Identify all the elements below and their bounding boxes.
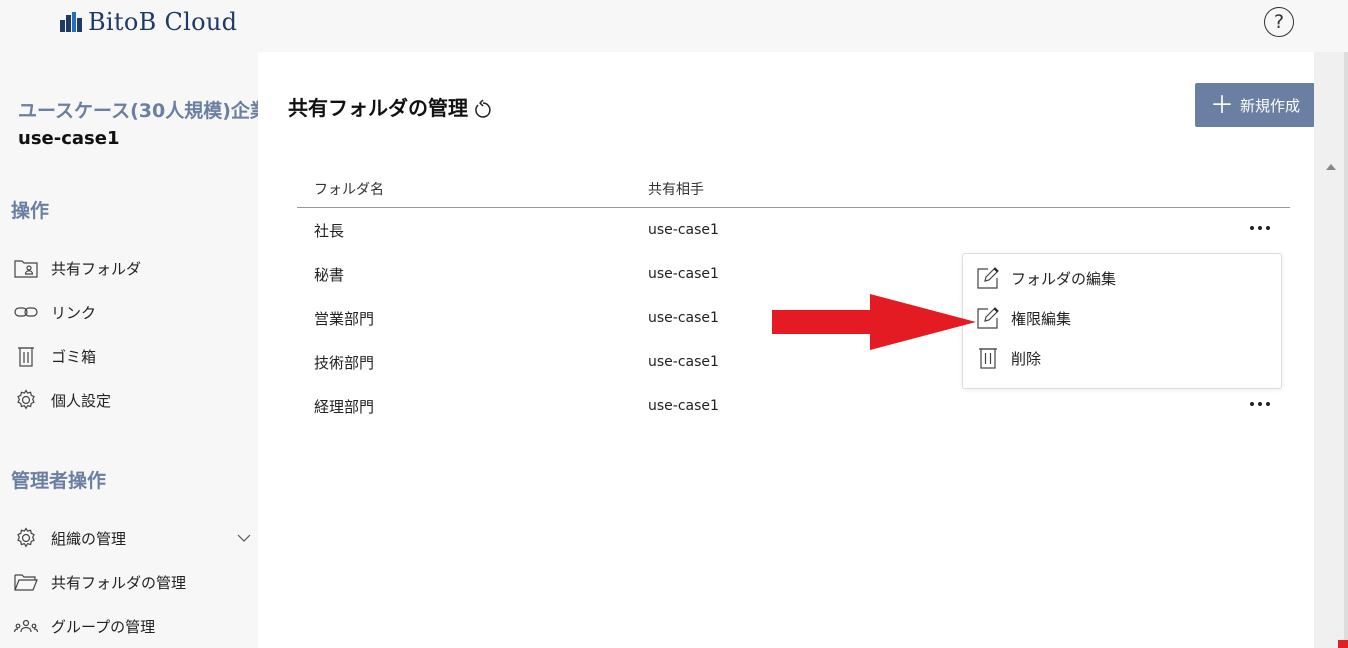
app-logo[interactable]: BitoB Cloud	[60, 8, 237, 36]
folder-open-icon	[12, 571, 40, 593]
folder-name-cell: 経理部門	[314, 397, 375, 416]
sidebar-item-org-management[interactable]: 組織の管理	[12, 522, 256, 554]
group-icon	[12, 615, 40, 637]
annotation-arrow-icon	[772, 294, 976, 350]
row-context-menu: フォルダの編集 権限編集 削除	[962, 253, 1282, 389]
link-icon	[12, 301, 40, 323]
folder-name-cell: 技術部門	[314, 353, 375, 372]
menu-item-label: 削除	[1011, 349, 1042, 368]
sidebar-item-shared-folder-management[interactable]: 共有フォルダの管理	[12, 566, 256, 598]
shared-with-cell: use-case1	[648, 222, 719, 238]
scroll-track[interactable]	[1344, 52, 1348, 648]
folder-name-cell: 秘書	[314, 265, 345, 284]
shared-folder-icon	[12, 257, 40, 279]
refresh-icon[interactable]	[473, 98, 493, 119]
shared-with-cell: use-case1	[648, 398, 719, 414]
more-dot	[1266, 402, 1270, 406]
folder-name-cell: 営業部門	[314, 309, 375, 328]
sidebar-item-label: 共有フォルダ	[51, 259, 142, 278]
sidebar-item-personal-settings[interactable]: 個人設定	[12, 384, 256, 416]
table-header: フォルダ名 共有相手	[297, 170, 1290, 208]
help-button[interactable]: ?	[1264, 7, 1294, 37]
trash-icon	[975, 345, 1001, 371]
sidebar-item-label: 組織の管理	[51, 529, 127, 548]
sidebar-item-shared-folder[interactable]: 共有フォルダ	[12, 252, 256, 284]
more-options-button[interactable]	[1247, 394, 1273, 414]
menu-item-edit-permissions[interactable]: 権限編集	[975, 302, 1071, 334]
menu-item-label: フォルダの編集	[1011, 269, 1117, 288]
more-dot	[1258, 226, 1262, 230]
gear-icon	[12, 527, 40, 549]
new-create-button[interactable]: ＋ 新規作成	[1195, 83, 1315, 127]
more-dot	[1250, 226, 1254, 230]
new-create-label: 新規作成	[1239, 96, 1300, 115]
org-id: use-case1	[18, 128, 120, 149]
logo-text: BitoB Cloud	[88, 8, 238, 36]
org-name: ユースケース(30人規模)企業	[18, 100, 269, 122]
sidebar: ユースケース(30人規模)企業 use-case1 操作 共有フォルダ リンク …	[0, 52, 269, 648]
more-dot	[1266, 226, 1270, 230]
help-icon: ?	[1273, 11, 1285, 33]
top-bar: BitoB Cloud ?	[0, 0, 1348, 52]
page-title: 共有フォルダの管理	[288, 92, 493, 121]
menu-item-label: 権限編集	[1011, 309, 1072, 328]
page-title-text: 共有フォルダの管理	[288, 96, 468, 120]
table-row[interactable]: 経理部門 use-case1	[297, 384, 1290, 428]
page-scrollbar[interactable]	[1314, 52, 1348, 648]
scroll-up-icon[interactable]	[1326, 164, 1336, 170]
sidebar-item-group-management[interactable]: グループの管理	[12, 610, 256, 642]
operations-section-title: 操作	[11, 200, 50, 222]
gear-icon	[12, 389, 40, 411]
folder-name-cell: 社長	[314, 221, 345, 240]
corner-mark	[1338, 640, 1348, 648]
chevron-down-icon[interactable]	[236, 530, 252, 546]
sidebar-item-label: 個人設定	[51, 391, 112, 410]
main-content: 共有フォルダの管理 ＋ 新規作成 フォルダ名 共有相手 社長 use-case1…	[258, 52, 1315, 648]
header-shared-with: 共有相手	[648, 181, 704, 198]
sidebar-item-label: ゴミ箱	[51, 347, 97, 366]
sidebar-item-trash[interactable]: ゴミ箱	[12, 340, 256, 372]
more-options-button[interactable]	[1247, 218, 1273, 238]
sidebar-item-link[interactable]: リンク	[12, 296, 256, 328]
header-folder-name: フォルダ名	[314, 181, 384, 198]
sidebar-item-label: グループの管理	[51, 617, 156, 636]
menu-item-edit-folder[interactable]: フォルダの編集	[975, 262, 1116, 294]
logo-icon	[60, 12, 82, 32]
admin-section-title: 管理者操作	[11, 470, 107, 492]
edit-icon	[975, 305, 1001, 331]
sidebar-item-label: 共有フォルダの管理	[51, 573, 187, 592]
table-row[interactable]: 社長 use-case1	[297, 208, 1290, 252]
plus-icon: ＋	[1209, 91, 1234, 119]
sidebar-item-label: リンク	[51, 303, 97, 322]
menu-item-delete[interactable]: 削除	[975, 342, 1041, 374]
more-dot	[1258, 402, 1262, 406]
trash-icon	[12, 345, 40, 367]
more-dot	[1250, 402, 1254, 406]
edit-icon	[975, 265, 1001, 291]
